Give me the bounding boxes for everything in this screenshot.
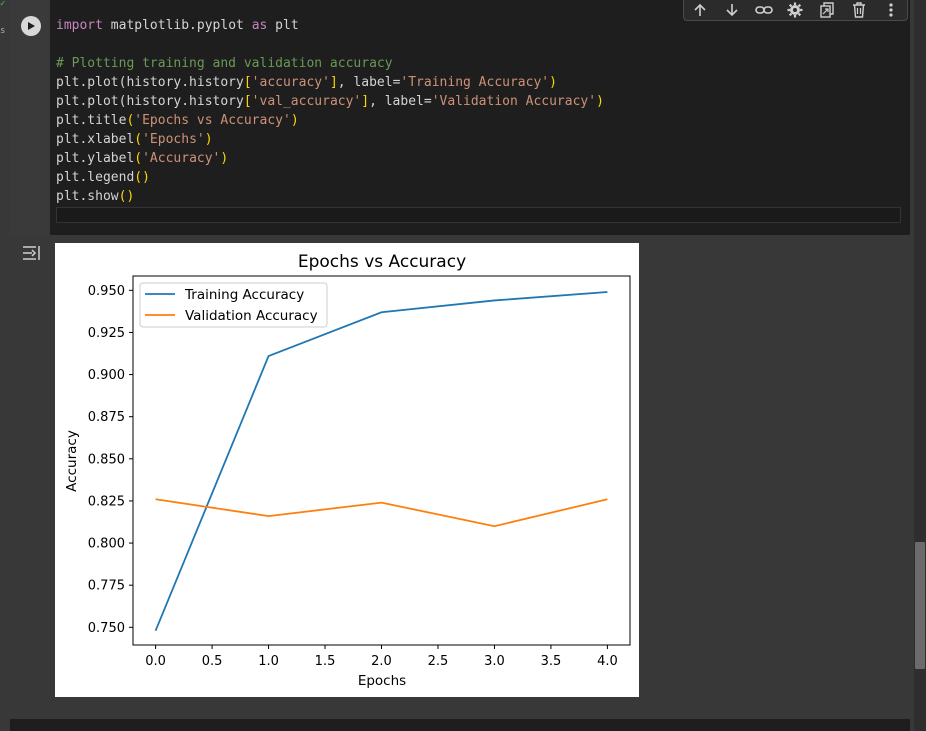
x-tick-label: 2.5 (428, 654, 449, 669)
x-tick-label: 3.0 (484, 654, 505, 669)
play-icon (28, 22, 35, 30)
code-line-5: plt.plot(history.history['val_accuracy']… (56, 94, 604, 109)
code-line-4: plt.plot(history.history['accuracy'], la… (56, 75, 557, 90)
next-cell[interactable] (10, 719, 910, 731)
y-tick-label: 0.925 (88, 326, 125, 341)
series-line-training (154, 291, 608, 632)
arrow-down-icon[interactable] (721, 0, 743, 20)
arrow-up-icon[interactable] (689, 0, 711, 20)
mirror-cell-icon[interactable] (816, 0, 838, 20)
x-tick-label: 0.5 (202, 654, 223, 669)
y-tick-label: 0.875 (88, 410, 125, 425)
accuracy-chart: Epochs vs Accuracy Epochs Accuracy 0.0 0.… (64, 252, 631, 689)
code-editor[interactable]: import matplotlib.pyplot as plt # Plotti… (56, 16, 604, 206)
delete-icon[interactable] (848, 0, 870, 20)
y-tick-label: 0.800 (88, 537, 125, 552)
y-tick-label: 0.950 (88, 284, 125, 299)
y-tick-label: 0.775 (88, 579, 125, 594)
scrollbar-thumb[interactable] (915, 542, 925, 669)
cell-empty-line[interactable] (56, 207, 901, 223)
code-line-1: import matplotlib.pyplot as plt (56, 18, 299, 33)
y-tick-label: 0.825 (88, 494, 125, 509)
legend-label: Training Accuracy (184, 287, 304, 303)
y-tick-label: 0.850 (88, 452, 125, 467)
x-tick-label: 3.5 (541, 654, 562, 669)
link-icon[interactable] (753, 0, 775, 20)
y-axis-label: Accuracy (64, 430, 80, 492)
series-line-validation (155, 498, 608, 528)
code-line-7: plt.xlabel('Epochs') (56, 132, 213, 147)
x-tick-label: 2.0 (371, 654, 392, 669)
more-icon[interactable] (880, 0, 902, 20)
cell-toolbar (683, 0, 908, 21)
code-line-6: plt.title('Epochs vs Accuracy') (56, 113, 299, 128)
x-tick-label: 1.0 (258, 654, 279, 669)
code-line-8: plt.ylabel('Accuracy') (56, 151, 229, 166)
legend-label: Validation Accuracy (185, 308, 318, 324)
code-line-10: plt.show() (56, 189, 135, 204)
output-toggle-icon[interactable] (20, 243, 42, 263)
run-cell-button[interactable] (21, 16, 41, 36)
code-line-3: # Plotting training and validation accur… (56, 56, 393, 71)
exec-status-suffix: s (0, 26, 6, 36)
plot-frame (132, 275, 631, 646)
y-tick-label: 0.900 (88, 368, 125, 383)
exec-status-icon: ✓ (0, 0, 6, 9)
gear-icon[interactable] (784, 0, 806, 20)
x-tick-label: 0.0 (145, 654, 166, 669)
x-axis-label: Epochs (358, 673, 406, 689)
code-line-9: plt.legend() (56, 170, 150, 185)
plot-output: Epochs vs Accuracy Epochs Accuracy 0.0 0.… (55, 243, 639, 697)
chart-title: Epochs vs Accuracy (298, 252, 466, 272)
x-tick-label: 4.0 (597, 654, 618, 669)
y-tick-label: 0.750 (88, 621, 125, 636)
x-tick-label: 1.5 (315, 654, 336, 669)
